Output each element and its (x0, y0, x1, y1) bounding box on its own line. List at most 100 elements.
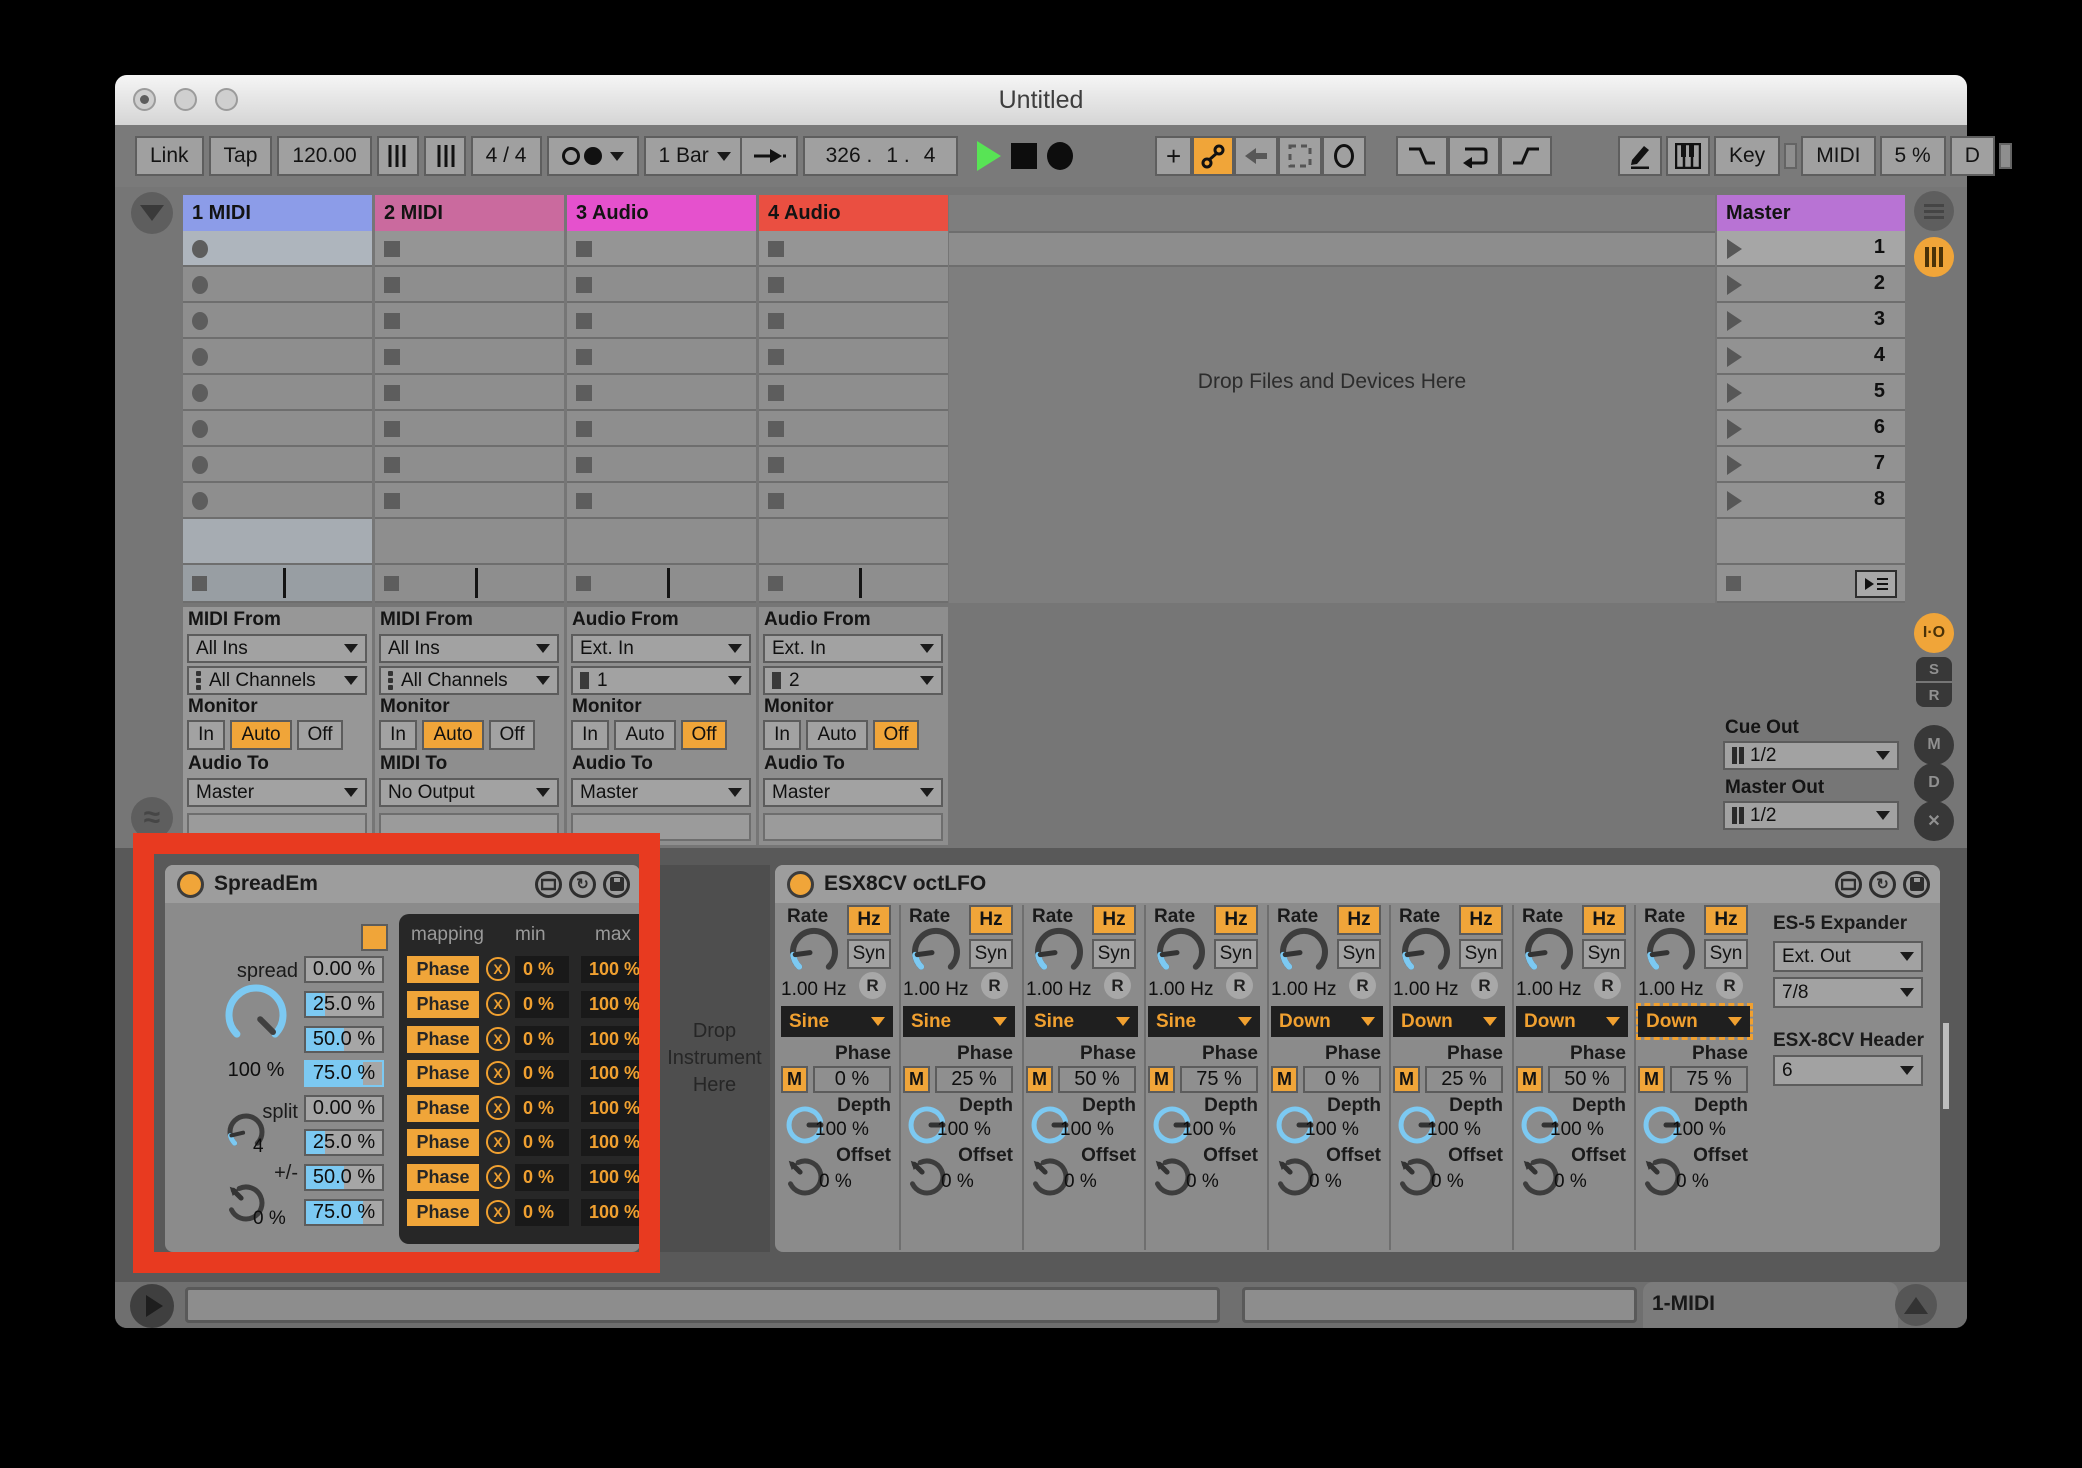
device-scrollbar[interactable] (1943, 1023, 1949, 1109)
mapping-target-button[interactable]: Phase (407, 1026, 479, 1053)
clip-slot[interactable] (567, 303, 756, 339)
wave-select[interactable]: Down (1516, 1006, 1628, 1037)
spread-value-field[interactable]: 50.0 % (304, 1164, 384, 1191)
clip-slot[interactable] (759, 375, 948, 411)
track-stop-icon[interactable] (768, 576, 783, 591)
rate-hz-button[interactable]: Hz (969, 905, 1013, 935)
track-header-3[interactable]: 3 Audio (567, 195, 756, 231)
phase-field[interactable]: 50 % (1548, 1066, 1626, 1093)
mapping-target-button[interactable]: Phase (407, 1095, 479, 1122)
scene-slot[interactable]: 4 (1717, 339, 1905, 375)
rate-hz-button[interactable]: Hz (1092, 905, 1136, 935)
rate-sync-button[interactable]: Syn (1582, 939, 1626, 969)
mapping-min-field[interactable]: 0 % (515, 1026, 569, 1053)
clip-slot[interactable] (375, 375, 564, 411)
clip-slot[interactable] (759, 339, 948, 375)
hot-swap-icon[interactable] (1835, 871, 1862, 898)
mapping-max-field[interactable]: 100 % (581, 1060, 661, 1087)
es5-output-select[interactable]: Ext. Out (1773, 941, 1923, 972)
clip-stop-icon[interactable] (768, 493, 784, 509)
delay-section-button[interactable]: D (1914, 763, 1954, 803)
clip-slot[interactable] (183, 231, 372, 267)
sends-section-button[interactable]: S (1916, 657, 1952, 681)
wave-select[interactable]: Down (1271, 1006, 1383, 1037)
scene-launch-icon[interactable] (1727, 275, 1742, 295)
rate-hz-button[interactable]: Hz (1459, 905, 1503, 935)
clip-slot[interactable] (759, 231, 948, 267)
rate-knob[interactable] (1642, 923, 1700, 981)
clip-slot[interactable] (567, 339, 756, 375)
retrigger-button[interactable]: R (1594, 972, 1621, 999)
spreadem-toggle-button[interactable] (361, 924, 388, 951)
monitor-in-button[interactable]: In (571, 720, 609, 750)
clip-slot[interactable] (567, 483, 756, 519)
clip-slot[interactable] (759, 483, 948, 519)
monitor-auto-button[interactable]: Auto (230, 720, 292, 750)
scene-slot[interactable]: 1 (1717, 231, 1905, 267)
phase-map-button[interactable]: M (1148, 1066, 1175, 1093)
phase-field[interactable]: 25 % (1425, 1066, 1503, 1093)
clip-slot[interactable] (375, 483, 564, 519)
io-from-select[interactable]: Ext. In (763, 634, 943, 663)
scene-launch-icon[interactable] (1727, 491, 1742, 511)
clip-stop-icon[interactable] (768, 277, 784, 293)
phase-field[interactable]: 75 % (1180, 1066, 1258, 1093)
rate-knob[interactable] (785, 923, 843, 981)
phase-field[interactable]: 75 % (1670, 1066, 1748, 1093)
clip-slot[interactable] (183, 267, 372, 303)
track-stop-row[interactable] (375, 565, 564, 603)
io-channel-select[interactable]: 2 (763, 666, 943, 695)
clip-slot[interactable] (759, 447, 948, 483)
io-to-select[interactable]: Master (763, 778, 943, 807)
mapping-min-field[interactable]: 0 % (515, 1199, 569, 1226)
mapping-min-field[interactable]: 0 % (515, 1129, 569, 1156)
monitor-in-button[interactable]: In (379, 720, 417, 750)
mapping-max-field[interactable]: 100 % (581, 956, 661, 983)
clip-slot[interactable] (375, 231, 564, 267)
mapping-clear-button[interactable]: X (486, 1096, 510, 1120)
rate-sync-button[interactable]: Syn (969, 939, 1013, 969)
rate-knob[interactable] (1397, 923, 1455, 981)
esx8cv-header-select[interactable]: 6 (1773, 1055, 1923, 1086)
rate-sync-button[interactable]: Syn (1704, 939, 1748, 969)
clip-slot[interactable] (183, 375, 372, 411)
mapping-target-button[interactable]: Phase (407, 991, 479, 1018)
retrigger-button[interactable]: R (1716, 972, 1743, 999)
preview-play-button[interactable] (130, 1284, 174, 1328)
rate-knob[interactable] (1520, 923, 1578, 981)
retrigger-button[interactable]: R (1226, 972, 1253, 999)
io-from-select[interactable]: Ext. In (571, 634, 751, 663)
io-from-select[interactable]: All Ins (379, 634, 559, 663)
rate-sync-button[interactable]: Syn (847, 939, 891, 969)
rate-hz-button[interactable]: Hz (1214, 905, 1258, 935)
monitor-auto-button[interactable]: Auto (422, 720, 484, 750)
wave-select[interactable]: Sine (1148, 1006, 1260, 1037)
mapping-max-field[interactable]: 100 % (581, 991, 661, 1018)
rate-hz-button[interactable]: Hz (1337, 905, 1381, 935)
rate-knob[interactable] (1030, 923, 1088, 981)
clip-stop-icon[interactable] (384, 241, 400, 257)
track-header-1[interactable]: 1 MIDI (183, 195, 372, 231)
spread-value-field[interactable]: 25.0 % (304, 1129, 384, 1156)
clip-stop-icon[interactable] (768, 457, 784, 473)
mute-section-button[interactable]: M (1914, 725, 1954, 765)
clip-record-icon[interactable] (192, 384, 208, 402)
empty-clip-slot[interactable] (567, 519, 756, 565)
master-track-header[interactable]: Master (1717, 195, 1905, 231)
clip-slot[interactable] (759, 267, 948, 303)
io-channel-select[interactable]: All Channels (379, 666, 559, 695)
track-stop-icon[interactable] (576, 576, 591, 591)
spread-value-field[interactable]: 75.0 % (304, 1199, 384, 1226)
clip-stop-icon[interactable] (768, 241, 784, 257)
clip-record-icon[interactable] (192, 240, 208, 258)
wave-select[interactable]: Sine (1026, 1006, 1138, 1037)
mapping-target-button[interactable]: Phase (407, 956, 479, 983)
clip-slot[interactable] (759, 411, 948, 447)
randomize-icon[interactable]: ↻ (569, 871, 596, 898)
clip-slot[interactable] (183, 447, 372, 483)
scene-slot[interactable]: 6 (1717, 411, 1905, 447)
rate-sync-button[interactable]: Syn (1337, 939, 1381, 969)
clip-stop-icon[interactable] (576, 241, 592, 257)
clip-slot[interactable] (567, 447, 756, 483)
mixer-section-button[interactable] (1914, 237, 1954, 277)
